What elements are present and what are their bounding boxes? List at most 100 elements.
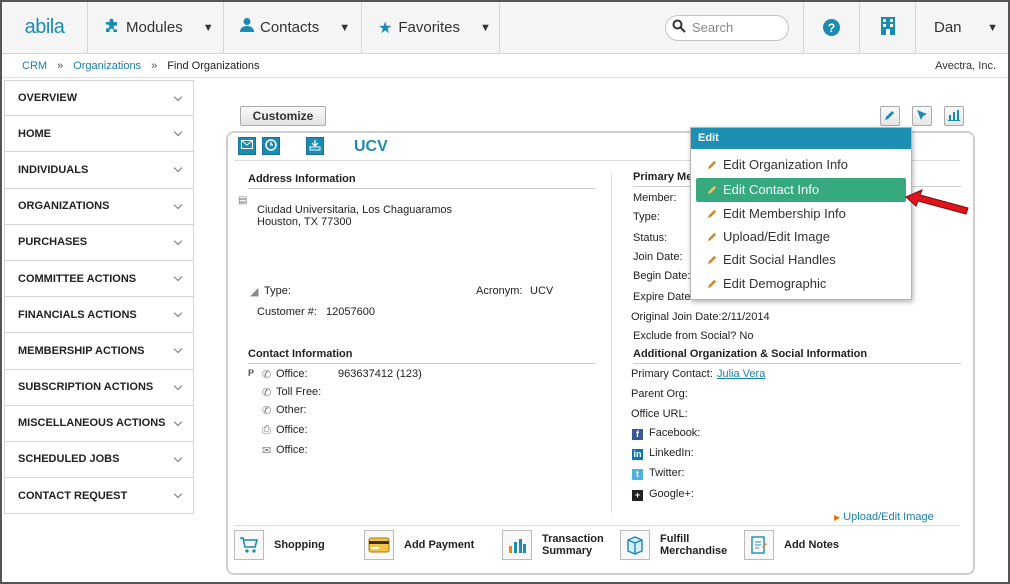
googleplus-label: Google+: — [649, 488, 694, 500]
breadcrumb-organizations[interactable]: Organizations — [73, 60, 141, 72]
twitter-row: t Twitter: — [632, 467, 684, 480]
envelope-icon — [241, 140, 253, 152]
chevron-down-icon — [173, 236, 183, 246]
sidebar-item-financials-actions[interactable]: FINANCIALS ACTIONS — [4, 297, 194, 334]
chevron-down-icon — [173, 345, 183, 354]
linkedin-icon: in — [632, 449, 643, 460]
sidebar-item-overview[interactable]: OVERVIEW — [4, 80, 194, 117]
address-card-icon: ▤ — [238, 195, 248, 206]
sidebar-item-label: HOME — [18, 127, 51, 140]
sidebar-item-individuals[interactable]: INDIVIDUALS — [4, 152, 194, 189]
signal-icon: ◢ — [250, 286, 259, 298]
chevron-down-icon — [173, 92, 183, 101]
chevron-down-icon — [173, 164, 183, 173]
expire-date-label: Expire Date: — [633, 291, 694, 303]
history-button[interactable] — [262, 137, 280, 155]
sidebar-item-label: MEMBERSHIP ACTIONS — [18, 344, 145, 357]
shopping-label: Shopping — [274, 539, 325, 551]
chevron-down-icon: ▼ — [202, 21, 214, 34]
edit-demographic-item[interactable]: Edit Demographic — [696, 271, 906, 294]
primary-contact-label: Primary Contact: — [631, 368, 713, 380]
menu-item-label: Edit Demographic — [723, 275, 827, 291]
office-url-label: Office URL: — [631, 408, 688, 420]
sidebar-item-scheduled-jobs[interactable]: SCHEDULED JOBS — [4, 441, 194, 479]
pencil-icon — [708, 229, 717, 244]
tollfree-label: Toll Free: — [276, 386, 322, 398]
sidebar-item-subscription-actions[interactable]: SUBSCRIPTION ACTIONS — [4, 369, 194, 406]
parent-org-label: Parent Org: — [631, 388, 688, 400]
customize-button[interactable]: Customize — [240, 106, 326, 126]
nav-favorites[interactable]: ★ Favorites ▼ — [362, 2, 500, 53]
credit-card-icon — [364, 530, 394, 560]
edit-membership-info-item[interactable]: Edit Membership Info — [696, 202, 906, 225]
office-phone-value: 963637412 (123) — [338, 368, 422, 380]
transaction-summary-action[interactable]: Transaction Summary — [502, 530, 606, 560]
sidebar-item-label: PURCHASES — [18, 236, 88, 249]
sidebar-item-contact-request[interactable]: CONTACT REQUEST — [4, 478, 194, 515]
address-section-header: Address Information — [248, 173, 596, 189]
sidebar-item-label: MISCELLANEOUS ACTIONS — [18, 417, 166, 430]
upload-edit-image-item[interactable]: Upload/Edit Image — [696, 225, 906, 248]
acronym-value: UCV — [530, 285, 554, 297]
sidebar-item-committee-actions[interactable]: COMMITTEE ACTIONS — [4, 260, 194, 298]
column-divider — [611, 173, 612, 513]
breadcrumb-crm[interactable]: CRM — [22, 60, 47, 72]
user-menu[interactable]: Dan ▼ — [916, 2, 1008, 53]
help-icon: ? — [823, 19, 840, 36]
chevron-down-icon — [173, 308, 183, 318]
download-button[interactable] — [306, 137, 324, 155]
search-input[interactable] — [692, 20, 782, 35]
edit-social-handles-item[interactable]: Edit Social Handles — [696, 248, 906, 271]
contact-section-header: Contact Information — [248, 348, 596, 364]
shopping-cart-icon — [234, 530, 264, 560]
edit-contact-info-item[interactable]: Edit Contact Info — [696, 178, 906, 202]
add-notes-action[interactable]: Add Notes — [744, 530, 839, 560]
search-icon — [672, 19, 686, 36]
join-date-label: Join Date: — [633, 251, 683, 263]
app-logo[interactable]: abila — [2, 2, 88, 53]
building-button[interactable] — [860, 2, 916, 53]
sidebar-item-home[interactable]: HOME — [4, 116, 194, 153]
annotation-arrow-icon — [905, 189, 969, 215]
sidebar-item-organizations[interactable]: ORGANIZATIONS — [4, 188, 194, 225]
fulfill-merchandise-action[interactable]: Fulfill Merchandise — [620, 530, 730, 560]
sidebar-item-membership-actions[interactable]: MEMBERSHIP ACTIONS — [4, 333, 194, 370]
sidebar-item-label: SUBSCRIPTION ACTIONS — [18, 381, 154, 394]
report-button[interactable] — [944, 106, 964, 126]
shopping-action[interactable]: Shopping — [234, 530, 325, 560]
help-button[interactable]: ? — [804, 2, 860, 53]
email-button[interactable] — [238, 137, 256, 155]
chevron-down-icon: ▼ — [987, 21, 998, 34]
sidebar-item-purchases[interactable]: PURCHASES — [4, 224, 194, 261]
member-type-label: Type: — [633, 211, 660, 223]
office-label: Office: — [276, 368, 308, 380]
send-button[interactable] — [912, 106, 932, 126]
upload-image-row: ▶ Upload/Edit Image — [834, 511, 934, 523]
add-payment-action[interactable]: Add Payment — [364, 530, 474, 560]
acronym-label: Acronym: — [476, 285, 523, 297]
breadcrumb-current: Find Organizations — [167, 59, 260, 72]
nav-contacts[interactable]: Contacts ▼ — [224, 2, 362, 53]
status-label: Status: — [633, 232, 668, 244]
pencil-icon — [708, 276, 717, 291]
sidebar-item-miscellaneous-actions[interactable]: MISCELLANEOUS ACTIONS — [4, 405, 194, 442]
organization-title: UCV — [354, 138, 388, 155]
pencil-icon — [708, 182, 717, 197]
bar-chart-icon — [948, 109, 960, 124]
other-label: Other: — [276, 404, 307, 416]
menu-item-label: Edit Membership Info — [723, 205, 846, 221]
nav-modules[interactable]: Modules ▼ — [88, 2, 224, 53]
chevron-down-icon — [173, 200, 183, 209]
upload-edit-image-link[interactable]: Upload/Edit Image — [843, 511, 934, 523]
edit-organization-info-item[interactable]: Edit Organization Info — [696, 153, 906, 176]
search-box[interactable] — [665, 14, 789, 41]
office-email-label: Office: — [276, 444, 308, 456]
office-fax-label: Office: — [276, 424, 308, 436]
edit-button[interactable] — [880, 106, 900, 126]
star-icon: ★ — [378, 19, 393, 37]
box-icon — [620, 530, 650, 560]
nav-modules-label: Modules — [126, 19, 183, 36]
nav-favorites-label: Favorites — [398, 19, 461, 36]
phone-icon: ✆ — [262, 369, 272, 381]
primary-contact-link[interactable]: Julia Vera — [717, 368, 765, 380]
